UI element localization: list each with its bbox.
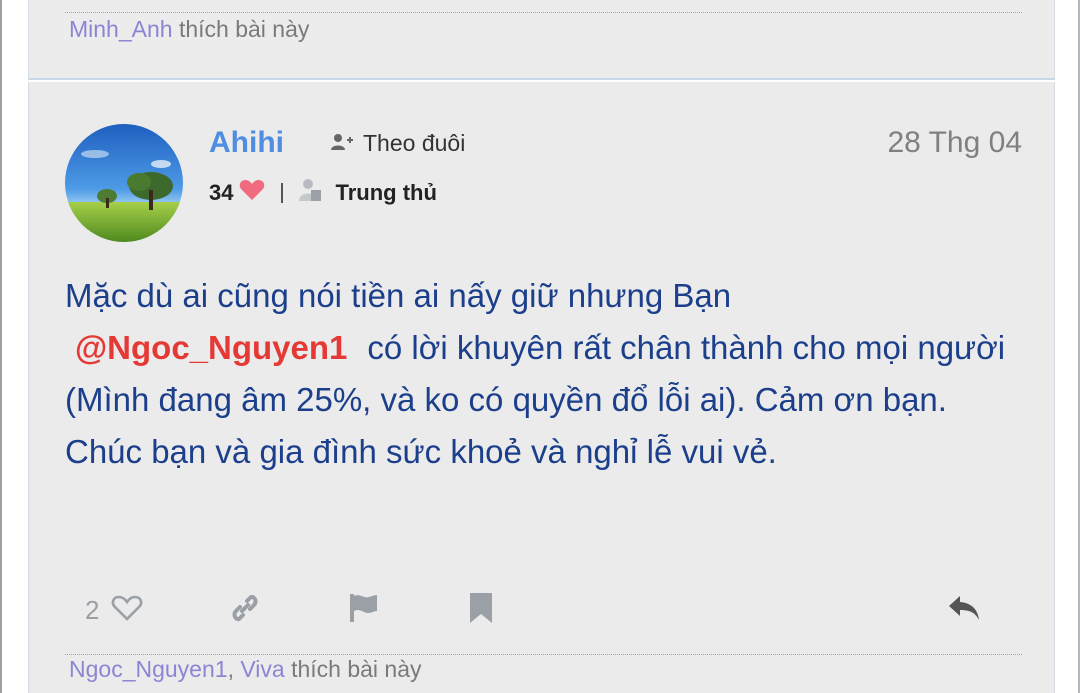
previous-post-likes: Minh_Anh thích bài này xyxy=(69,16,309,43)
post-content: Mặc dù ai cũng nói tiền ai nấy giữ nhưng… xyxy=(65,270,1025,478)
likes-suffix: thích bài này xyxy=(291,656,422,682)
liker-link[interactable]: Minh_Anh xyxy=(69,16,173,42)
user-mention[interactable]: @Ngoc_Nguyen1 xyxy=(75,329,347,366)
window-frame-left xyxy=(0,0,2,693)
reply-button[interactable] xyxy=(947,590,981,630)
liker-separator: , xyxy=(227,656,234,682)
post-actions: 2 xyxy=(29,590,1054,630)
user-rank-icon xyxy=(297,178,323,208)
reply-icon xyxy=(947,593,981,628)
report-button[interactable] xyxy=(347,590,379,630)
post-likes: Ngoc_Nguyen1, Viva thích bài này xyxy=(69,656,421,683)
content-text: Mặc dù ai cũng nói tiền ai nấy giữ nhưng… xyxy=(65,277,732,314)
previous-post: Minh_Anh thích bài này xyxy=(28,0,1055,80)
author-name[interactable]: Ahihi xyxy=(209,126,284,160)
link-icon xyxy=(229,592,261,629)
liker-link[interactable]: Ngoc_Nguyen1 xyxy=(69,656,228,682)
divider xyxy=(65,654,1022,655)
liker-link[interactable]: Viva xyxy=(240,656,284,682)
author-stats: 34 Trung thủ xyxy=(209,178,437,208)
stats-divider xyxy=(281,183,284,203)
divider xyxy=(65,12,1022,13)
share-link-button[interactable] xyxy=(229,590,261,630)
bookmark-icon xyxy=(469,592,493,629)
rank-label: Trung thủ xyxy=(335,180,437,205)
follow-label: Theo đuôi xyxy=(363,130,466,156)
heart-outline-icon xyxy=(111,594,143,627)
like-count: 2 xyxy=(85,594,100,625)
bookmark-button[interactable] xyxy=(469,590,493,630)
avatar[interactable] xyxy=(65,124,183,242)
post-date[interactable]: 28 Thg 04 xyxy=(887,126,1022,160)
heart-icon xyxy=(239,179,265,207)
follow-button[interactable]: Theo đuôi xyxy=(331,130,465,157)
post: Ahihi Theo đuôi 28 Thg 04 34 Trung thủ M… xyxy=(28,82,1055,693)
likes-suffix: thích bài này xyxy=(178,16,310,42)
user-plus-icon xyxy=(331,130,353,157)
reputation-count: 34 xyxy=(209,180,234,205)
flag-icon xyxy=(347,592,379,629)
like-button[interactable]: 2 xyxy=(85,590,143,630)
